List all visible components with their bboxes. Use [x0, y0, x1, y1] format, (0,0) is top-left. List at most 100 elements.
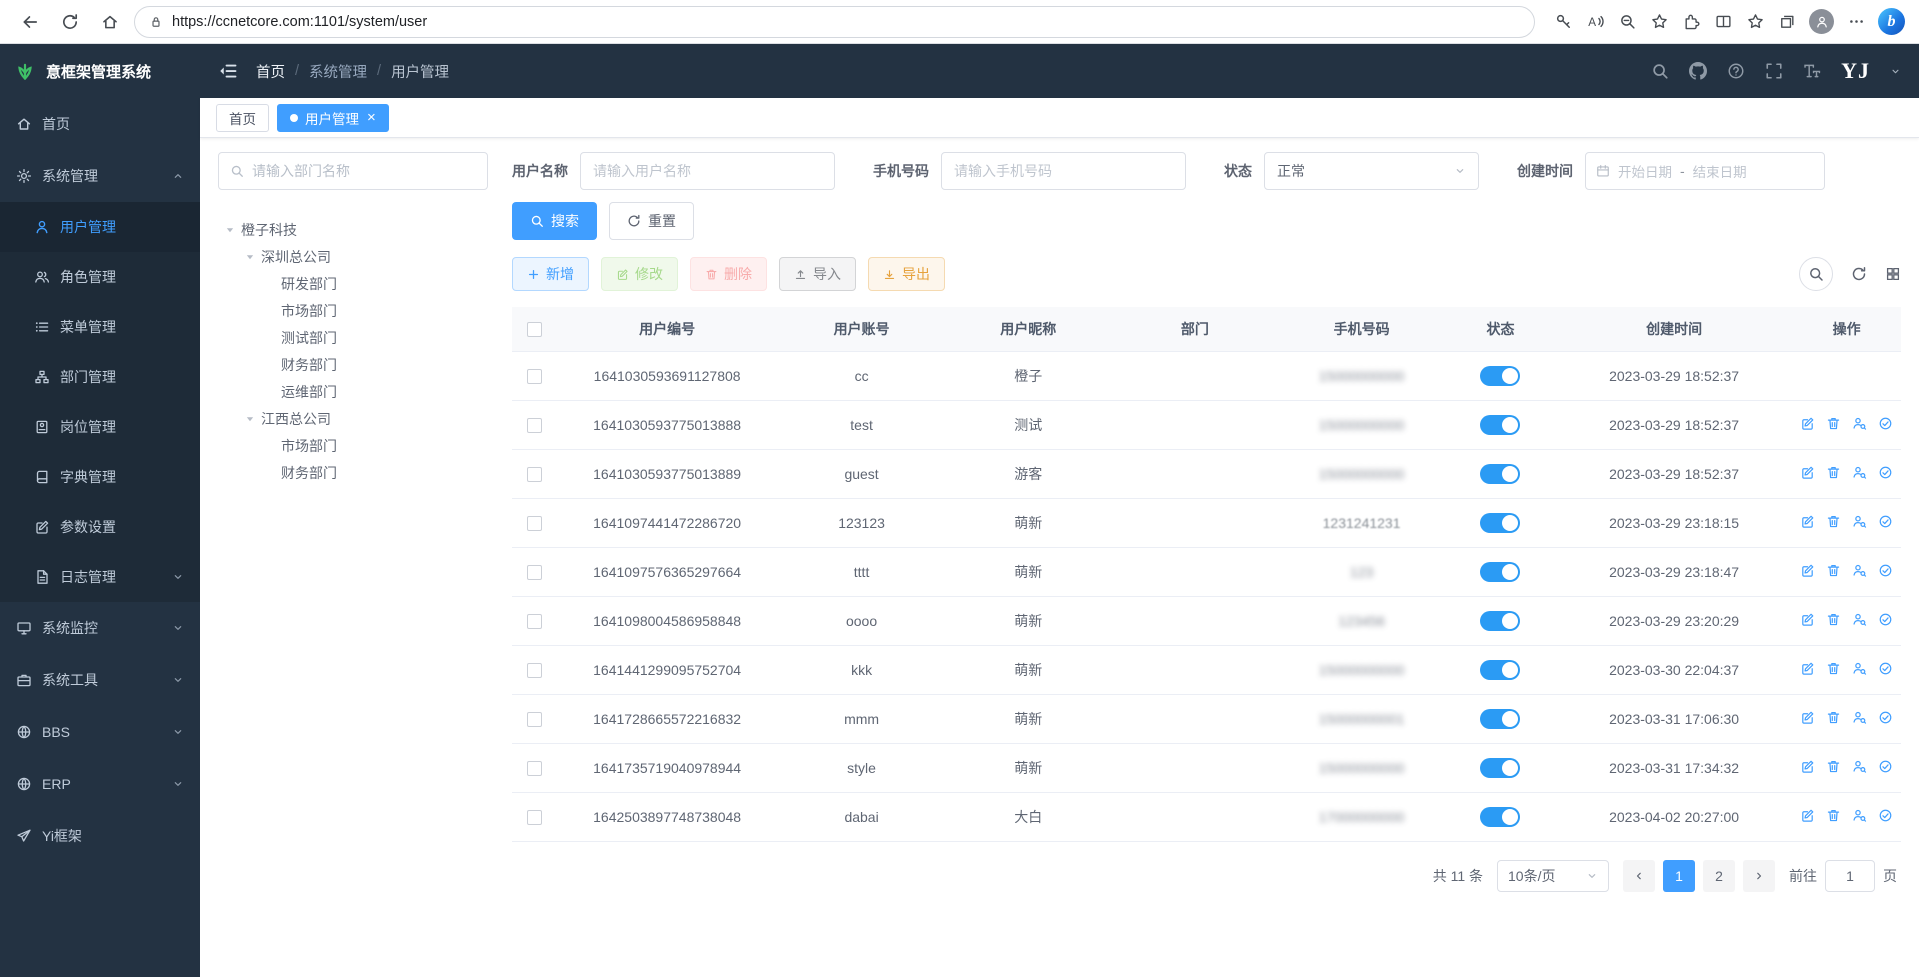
column-settings-icon[interactable] [1885, 266, 1901, 282]
row-reset-password-icon[interactable] [1852, 416, 1867, 431]
row-assign-role-icon[interactable] [1878, 612, 1893, 627]
sidebar-item-role-management[interactable]: 角色管理 [0, 252, 200, 302]
refresh-table-icon[interactable] [1851, 266, 1867, 282]
row-reset-password-icon[interactable] [1852, 563, 1867, 578]
sidebar-item-post-management[interactable]: 岗位管理 [0, 402, 200, 452]
row-checkbox[interactable] [527, 761, 542, 776]
row-assign-role-icon[interactable] [1878, 661, 1893, 676]
row-assign-role-icon[interactable] [1878, 563, 1893, 578]
page-size-select[interactable]: 10条/页 [1497, 860, 1609, 892]
tree-node[interactable]: 市场部门 [218, 432, 488, 459]
row-delete-icon[interactable] [1826, 612, 1841, 627]
delete-button[interactable]: 删除 [690, 257, 767, 291]
user-logo[interactable]: YJ [1841, 60, 1870, 82]
row-edit-icon[interactable] [1800, 710, 1815, 725]
username-input[interactable] [580, 152, 835, 190]
breadcrumb-item[interactable]: 首页 [256, 61, 285, 82]
row-edit-icon[interactable] [1800, 416, 1815, 431]
help-icon[interactable] [1727, 62, 1745, 80]
row-edit-icon[interactable] [1800, 465, 1815, 480]
toggle-search-button[interactable] [1799, 257, 1833, 291]
status-toggle[interactable] [1480, 366, 1520, 386]
extensions-icon[interactable] [1677, 8, 1705, 36]
row-checkbox[interactable] [527, 663, 542, 678]
row-delete-icon[interactable] [1826, 710, 1841, 725]
sidebar-item-dictionary-management[interactable]: 字典管理 [0, 452, 200, 502]
edit-button[interactable]: 修改 [601, 257, 678, 291]
goto-page-input[interactable] [1825, 860, 1875, 892]
browser-home-icon[interactable] [94, 6, 126, 38]
row-reset-password-icon[interactable] [1852, 514, 1867, 529]
row-checkbox[interactable] [527, 565, 542, 580]
page-button-1[interactable]: 1 [1663, 860, 1695, 892]
tree-node[interactable]: 橙子科技 [218, 216, 488, 243]
browser-back-icon[interactable] [14, 6, 46, 38]
tab-close-icon[interactable]: × [367, 110, 376, 125]
sidebar-item-menu-management[interactable]: 菜单管理 [0, 302, 200, 352]
row-reset-password-icon[interactable] [1852, 465, 1867, 480]
address-bar[interactable]: https://ccnetcore.com:1101/system/user [134, 6, 1535, 38]
row-reset-password-icon[interactable] [1852, 612, 1867, 627]
password-key-icon[interactable] [1549, 8, 1577, 36]
row-delete-icon[interactable] [1826, 563, 1841, 578]
sidebar-item-system-monitoring[interactable]: 系统监控 [0, 602, 200, 654]
sidebar-item-parameter-settings[interactable]: 参数设置 [0, 502, 200, 552]
tab-home[interactable]: 首页 [216, 104, 269, 132]
row-reset-password-icon[interactable] [1852, 808, 1867, 823]
status-toggle[interactable] [1480, 562, 1520, 582]
end-date-placeholder[interactable]: 结束日期 [1693, 161, 1747, 181]
date-range-picker[interactable]: 开始日期 - 结束日期 [1585, 152, 1825, 190]
tree-node[interactable]: 测试部门 [218, 324, 488, 351]
row-reset-password-icon[interactable] [1852, 759, 1867, 774]
select-all-checkbox[interactable] [527, 322, 542, 337]
sidebar-item-user-management[interactable]: 用户管理 [0, 202, 200, 252]
start-date-placeholder[interactable]: 开始日期 [1618, 161, 1672, 181]
sidebar-item-bbs[interactable]: BBS [0, 706, 200, 758]
row-assign-role-icon[interactable] [1878, 759, 1893, 774]
row-delete-icon[interactable] [1826, 759, 1841, 774]
user-menu-chevron-down-icon[interactable] [1890, 66, 1901, 77]
row-delete-icon[interactable] [1826, 661, 1841, 676]
page-button-2[interactable]: 2 [1703, 860, 1735, 892]
add-button[interactable]: 新增 [512, 257, 589, 291]
row-assign-role-icon[interactable] [1878, 514, 1893, 529]
sidebar-item-erp[interactable]: ERP [0, 758, 200, 810]
browser-refresh-icon[interactable] [54, 6, 86, 38]
sidebar-item-system-management[interactable]: 系统管理 [0, 150, 200, 202]
zoom-icon[interactable] [1613, 8, 1641, 36]
row-edit-icon[interactable] [1800, 808, 1815, 823]
row-assign-role-icon[interactable] [1878, 416, 1893, 431]
import-button[interactable]: 导入 [779, 257, 856, 291]
split-screen-icon[interactable] [1709, 8, 1737, 36]
browser-profile-avatar[interactable] [1809, 9, 1834, 34]
tree-expand-caret-icon[interactable] [244, 413, 256, 425]
tree-node[interactable]: 运维部门 [218, 378, 488, 405]
search-icon[interactable] [1651, 62, 1669, 80]
row-edit-icon[interactable] [1800, 514, 1815, 529]
next-page-button[interactable] [1743, 860, 1775, 892]
tree-node[interactable]: 财务部门 [218, 459, 488, 486]
row-reset-password-icon[interactable] [1852, 710, 1867, 725]
favorites-icon[interactable] [1741, 8, 1769, 36]
status-toggle[interactable] [1480, 807, 1520, 827]
row-checkbox[interactable] [527, 810, 542, 825]
status-toggle[interactable] [1480, 464, 1520, 484]
sidebar-item-yi-framework[interactable]: Yi框架 [0, 810, 200, 862]
tree-node[interactable]: 深圳总公司 [218, 243, 488, 270]
add-favorite-icon[interactable] [1645, 8, 1673, 36]
status-toggle[interactable] [1480, 758, 1520, 778]
phone-input[interactable] [941, 152, 1186, 190]
row-checkbox[interactable] [527, 516, 542, 531]
status-toggle[interactable] [1480, 415, 1520, 435]
collapse-sidebar-icon[interactable] [218, 61, 238, 81]
sidebar-item-department-management[interactable]: 部门管理 [0, 352, 200, 402]
row-delete-icon[interactable] [1826, 808, 1841, 823]
status-toggle[interactable] [1480, 513, 1520, 533]
sidebar-item-home[interactable]: 首页 [0, 98, 200, 150]
row-checkbox[interactable] [527, 712, 542, 727]
row-delete-icon[interactable] [1826, 514, 1841, 529]
row-assign-role-icon[interactable] [1878, 710, 1893, 725]
url-text[interactable]: https://ccnetcore.com:1101/system/user [172, 14, 427, 30]
row-delete-icon[interactable] [1826, 465, 1841, 480]
fullscreen-icon[interactable] [1765, 62, 1783, 80]
